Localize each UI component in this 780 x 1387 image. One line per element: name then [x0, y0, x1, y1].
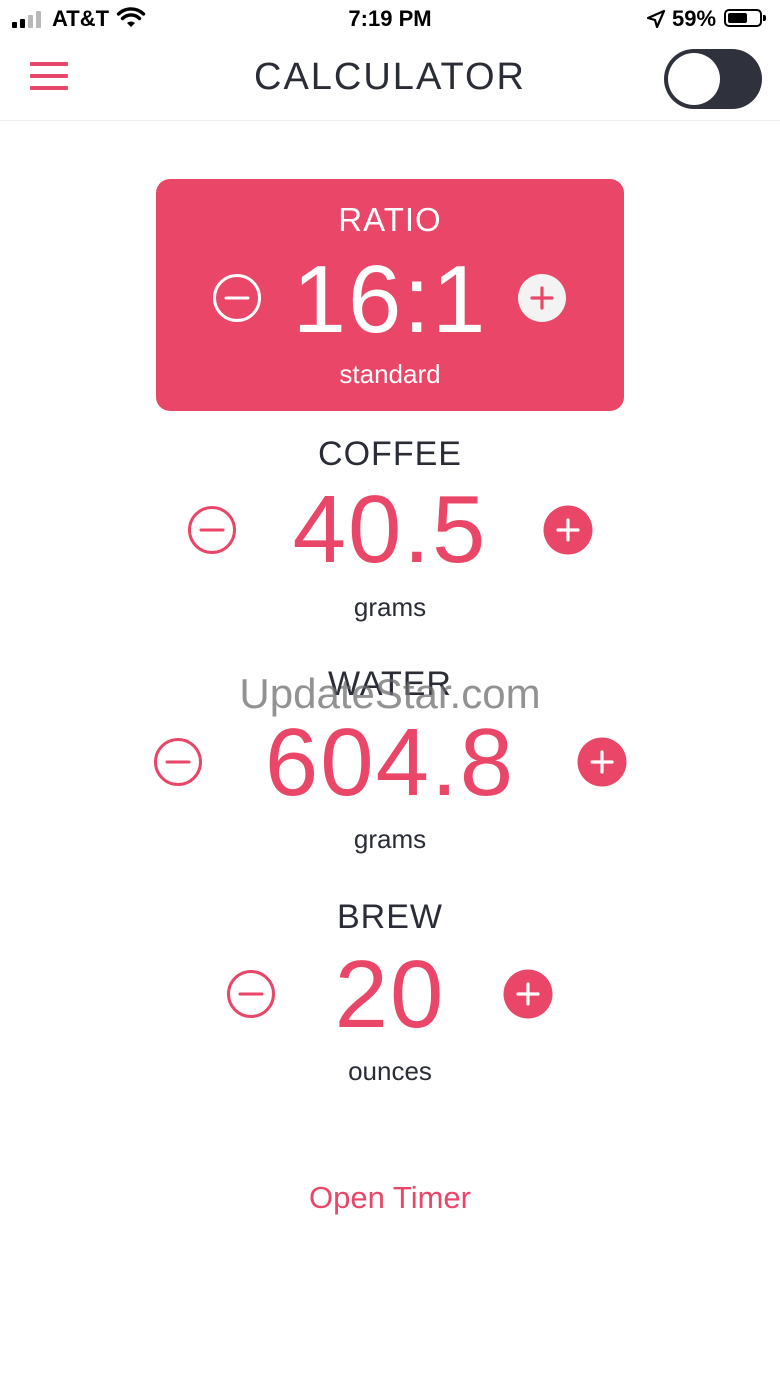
ratio-card: RATIO 16:1 standard	[156, 179, 624, 411]
page-title: CALCULATOR	[254, 56, 526, 98]
coffee-unit: grams	[353, 592, 427, 622]
coffee-value: 40.5	[292, 476, 488, 583]
ratio-preset-label: standard	[339, 359, 441, 389]
battery-icon	[724, 9, 766, 27]
brew-value: 20	[334, 941, 446, 1048]
ratio-increase-button[interactable]	[517, 273, 567, 323]
brew-label: BREW	[337, 898, 443, 936]
coffee-increase-button[interactable]	[543, 505, 593, 555]
coffee-label: COFFEE	[318, 435, 462, 473]
dark-mode-toggle[interactable]	[664, 49, 762, 109]
app-header: CALCULATOR	[0, 40, 780, 121]
toggle-knob	[668, 53, 720, 105]
status-bar: AT&T 7:19 PM 59%	[0, 0, 780, 40]
brew-unit: ounces	[348, 1056, 432, 1086]
water-increase-button[interactable]	[577, 737, 627, 787]
open-timer-link[interactable]: Open Timer	[0, 1180, 780, 1216]
water-unit: grams	[353, 824, 427, 854]
brew-increase-button[interactable]	[503, 969, 553, 1019]
location-arrow-icon	[646, 9, 666, 29]
battery-percent: 59%	[672, 6, 717, 31]
water-value: 604.8	[264, 709, 516, 816]
water-label: WATER	[328, 665, 452, 703]
ratio-label: RATIO	[338, 201, 442, 238]
